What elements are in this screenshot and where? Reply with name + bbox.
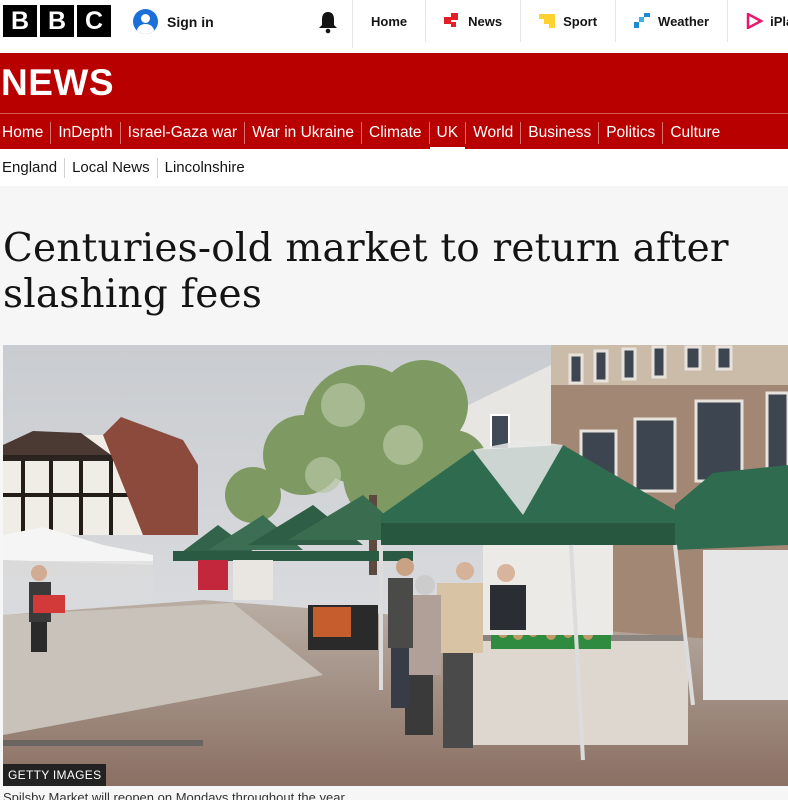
- bell-icon[interactable]: [316, 10, 340, 34]
- nav-culture[interactable]: Culture: [663, 122, 727, 144]
- weather-icon: [634, 13, 652, 29]
- sign-in-link[interactable]: Sign in: [133, 9, 214, 34]
- top-bar: B B C Sign in Home News Sport Weather iP…: [0, 0, 788, 48]
- topnav-news[interactable]: News: [426, 0, 522, 42]
- topnav-home[interactable]: Home: [353, 0, 427, 42]
- image-credit: GETTY IMAGES: [3, 764, 107, 786]
- topnav-news-label: News: [468, 13, 503, 29]
- nav-war-in-ukraine[interactable]: War in Ukraine: [245, 122, 362, 144]
- bbc-logo-letter: B: [40, 5, 74, 37]
- topnav-home-label: Home: [371, 13, 408, 29]
- topnav-sport[interactable]: Sport: [521, 0, 617, 42]
- nav-climate[interactable]: Climate: [362, 122, 430, 144]
- subnav-local-news[interactable]: Local News: [65, 157, 158, 178]
- article-image: [3, 345, 788, 786]
- bbc-logo[interactable]: B B C: [3, 5, 111, 37]
- image-caption: Spilsby Market will reopen on Mondays th…: [3, 790, 345, 800]
- nav-politics[interactable]: Politics: [599, 122, 664, 144]
- article: Centuries-old market to return after sla…: [0, 186, 788, 800]
- iplayer-icon: [746, 11, 764, 31]
- topnav-iplayer-label: iPlayer: [770, 13, 788, 29]
- subnav-england[interactable]: England: [0, 157, 66, 178]
- sport-icon: [539, 13, 557, 29]
- account-icon: [133, 9, 158, 34]
- main-nav: Home InDepth Israel-Gaza war War in Ukra…: [0, 117, 727, 151]
- article-headline: Centuries-old market to return after sla…: [3, 226, 729, 317]
- nav-business[interactable]: Business: [521, 122, 600, 144]
- news-icon: [444, 13, 462, 29]
- divider: [0, 113, 788, 114]
- topnav-weather-label: Weather: [658, 13, 710, 29]
- nav-world[interactable]: World: [466, 122, 522, 144]
- topnav-iplayer[interactable]: iPlayer: [728, 0, 788, 42]
- topnav-weather[interactable]: Weather: [616, 0, 729, 42]
- bbc-logo-letter: C: [77, 5, 111, 37]
- nav-indepth[interactable]: InDepth: [51, 122, 121, 144]
- nav-uk[interactable]: UK: [429, 122, 467, 151]
- nav-israel-gaza-war[interactable]: Israel-Gaza war: [121, 122, 246, 144]
- news-banner: NEWS Home InDepth Israel-Gaza war War in…: [0, 53, 788, 151]
- nav-home[interactable]: Home: [0, 122, 52, 144]
- top-nav: Home News Sport Weather iPl: [353, 0, 788, 42]
- sub-nav: England Local News Lincolnshire: [0, 149, 788, 193]
- sign-in-label: Sign in: [167, 13, 214, 30]
- bbc-logo-letter: B: [3, 5, 37, 37]
- topnav-sport-label: Sport: [563, 13, 598, 29]
- section-title[interactable]: NEWS: [1, 62, 114, 104]
- subnav-lincolnshire[interactable]: Lincolnshire: [157, 158, 252, 193]
